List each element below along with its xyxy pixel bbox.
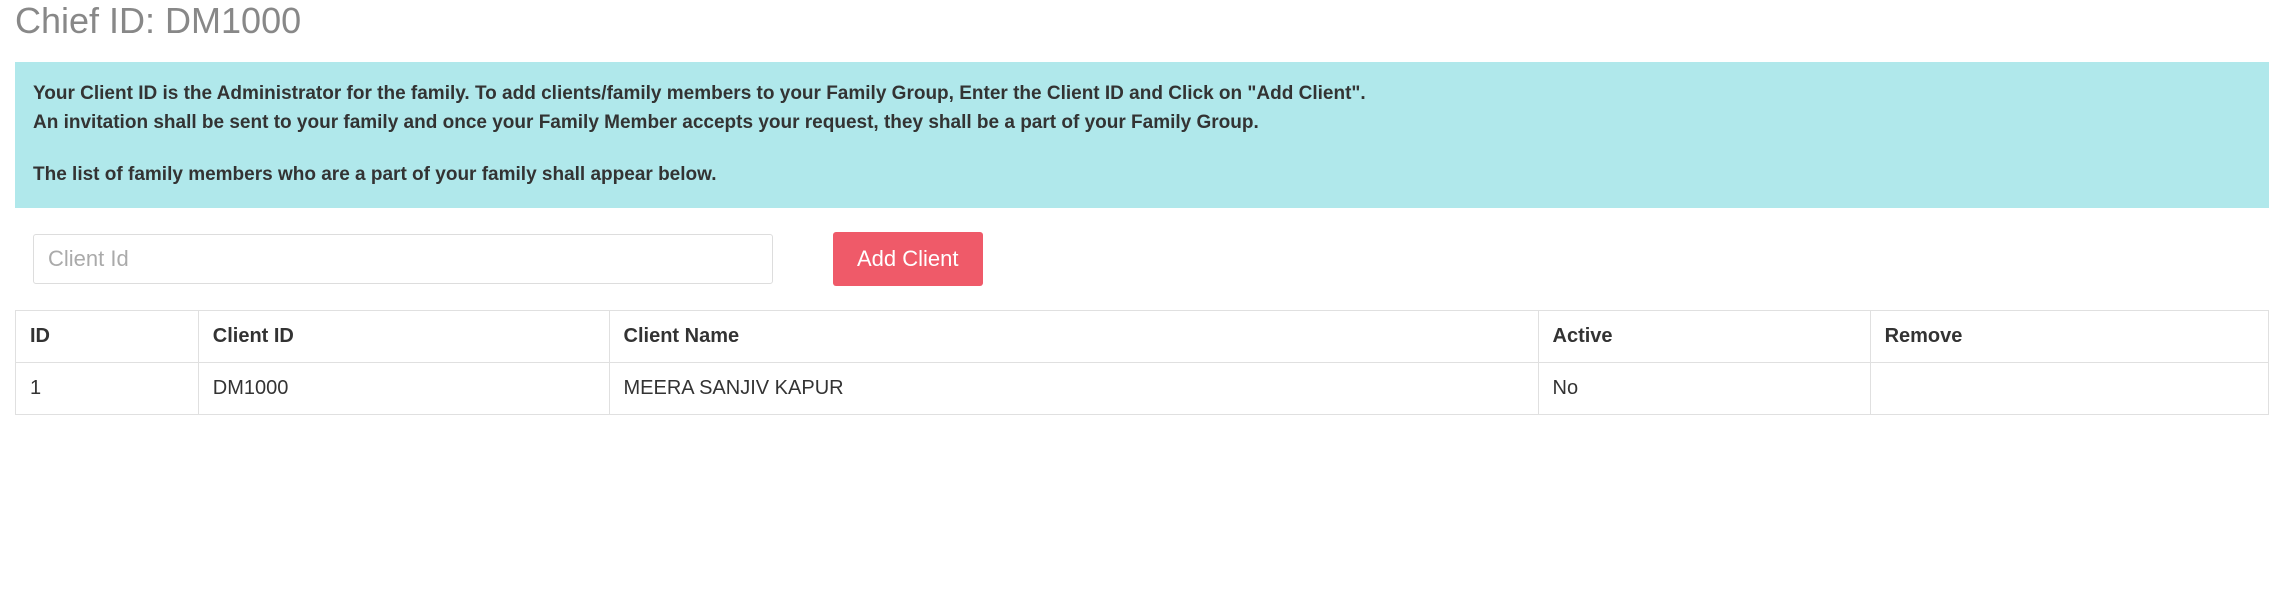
column-header-remove: Remove (1870, 310, 2268, 362)
client-id-input[interactable] (33, 234, 773, 284)
column-header-id: ID (16, 310, 199, 362)
add-client-row: Add Client (15, 232, 2269, 286)
table-header-row: ID Client ID Client Name Active Remove (16, 310, 2269, 362)
cell-active: No (1538, 362, 1870, 414)
banner-line-2: An invitation shall be sent to your fami… (33, 109, 2251, 138)
cell-remove (1870, 362, 2268, 414)
banner-line-1: Your Client ID is the Administrator for … (33, 80, 2251, 109)
cell-client-name: MEERA SANJIV KAPUR (609, 362, 1538, 414)
column-header-active: Active (1538, 310, 1870, 362)
column-header-client-name: Client Name (609, 310, 1538, 362)
page-title: Chief ID: DM1000 (15, 0, 2269, 42)
add-client-button[interactable]: Add Client (833, 232, 983, 286)
cell-id: 1 (16, 362, 199, 414)
table-row: 1 DM1000 MEERA SANJIV KAPUR No (16, 362, 2269, 414)
family-members-table: ID Client ID Client Name Active Remove 1… (15, 310, 2269, 415)
cell-client-id: DM1000 (198, 362, 609, 414)
info-banner: Your Client ID is the Administrator for … (15, 62, 2269, 208)
column-header-client-id: Client ID (198, 310, 609, 362)
banner-line-3: The list of family members who are a par… (33, 161, 2251, 190)
